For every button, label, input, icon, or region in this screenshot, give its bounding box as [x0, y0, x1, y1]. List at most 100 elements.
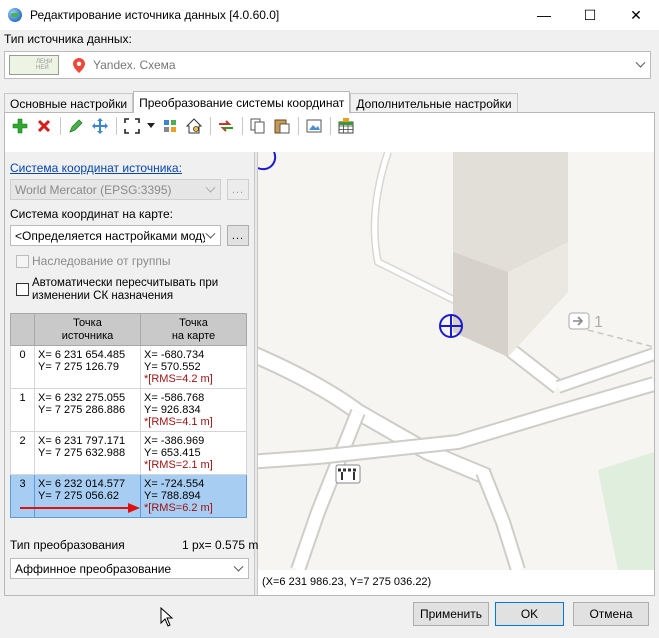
house-number-label: 1	[594, 314, 603, 331]
table-row[interactable]: 2 X= 6 231 797.171 Y= 7 275 632.988 X= -…	[10, 431, 247, 475]
rms-value: *[RMS=6.2 m]	[144, 502, 213, 514]
inherit-label: Наследование от группы	[32, 254, 171, 268]
scale-readout: 1 px= 0.575 m	[182, 538, 259, 552]
chevron-down-icon	[635, 57, 646, 68]
delete-icon[interactable]	[34, 116, 54, 136]
map-crs-browse-button[interactable]: ...	[227, 225, 249, 246]
mouse-cursor-icon	[160, 607, 174, 627]
source-crs-value: World Mercator (EPSG:3395)	[15, 183, 172, 197]
dropdown-arrow-icon[interactable]	[146, 116, 156, 136]
source-point-header-line2: источника	[61, 329, 114, 342]
map-y: Y= 926.834	[144, 404, 201, 416]
index-column-header	[10, 313, 35, 346]
tab-strip: Основные настройки Преобразование систем…	[4, 91, 518, 113]
row-index: 1	[10, 388, 35, 432]
source-crs-link[interactable]: Система координат источника:	[10, 161, 182, 175]
source-x: X= 6 231 654.485	[38, 349, 126, 361]
title-bar: Редактирование источника данных [4.0.60.…	[0, 0, 659, 30]
move-icon[interactable]	[90, 116, 110, 136]
image-icon[interactable]	[304, 116, 324, 136]
source-x: X= 6 232 275.055	[38, 392, 126, 404]
source-x: X= 6 231 797.171	[38, 435, 126, 447]
rms-value: *[RMS=2.1 m]	[144, 459, 213, 471]
map-canvas: 1	[258, 152, 654, 570]
app-globe-icon	[8, 8, 22, 22]
cancel-button[interactable]: Отмена	[573, 602, 649, 626]
source-type-label: Тип источника данных:	[4, 32, 132, 46]
source-y: Y= 7 275 632.988	[38, 447, 126, 459]
map-view[interactable]: 1	[258, 152, 654, 570]
source-crs-browse-button[interactable]: ...	[227, 179, 249, 200]
map-y: Y= 653.415	[144, 447, 201, 459]
ok-button[interactable]: OK	[495, 602, 564, 626]
map-point-cell: X= -586.768 Y= 926.834 *[RMS=4.1 m]	[140, 388, 247, 432]
row-index: 2	[10, 431, 35, 475]
toolbar-separator	[298, 117, 299, 135]
tab-additional[interactable]: Дополнительные настройки	[350, 93, 518, 113]
window-title: Редактирование источника данных [4.0.60.…	[30, 8, 280, 22]
source-x: X= 6 232 014.577	[38, 478, 126, 490]
auto-recalc-label-line2: изменении СК назначения	[32, 290, 174, 302]
table-row[interactable]: 0 X= 6 231 654.485 Y= 7 275 126.79 X= -6…	[10, 345, 247, 389]
map-x: X= -386.969	[144, 435, 205, 447]
barrier-icon	[335, 464, 361, 484]
map-point-column-header[interactable]: Точка на карте	[140, 313, 247, 346]
home-icon[interactable]	[184, 116, 204, 136]
rms-value: *[RMS=4.1 m]	[144, 416, 213, 428]
chevron-down-icon	[205, 228, 216, 239]
auto-recalc-label-line1: Автоматически пересчитывать при	[32, 277, 219, 289]
rms-value: *[RMS=4.2 m]	[144, 373, 213, 385]
add-icon[interactable]	[10, 116, 30, 136]
close-button[interactable]: ✕	[613, 0, 659, 30]
map-y: Y= 570.552	[144, 361, 201, 373]
copy-icon[interactable]	[248, 116, 268, 136]
source-point-cell: X= 6 232 275.055 Y= 7 275 286.886	[34, 388, 141, 432]
tab-crs-transform[interactable]: Преобразование системы координат	[133, 91, 351, 113]
map-point-header-line1: Точка	[179, 316, 208, 329]
toolbar-separator	[210, 117, 211, 135]
toolbar	[4, 112, 655, 140]
toolbar-separator	[60, 117, 61, 135]
map-crs-label: Система координат на карте:	[10, 207, 173, 221]
map-crs-value: <Определяется настройками модуля>	[15, 229, 205, 243]
table-header: Точка источника Точка на карте	[10, 313, 247, 346]
inherit-checkbox[interactable]	[16, 255, 29, 268]
minimize-button[interactable]: —	[521, 0, 567, 30]
transform-type-select[interactable]: Аффинное преобразование	[10, 558, 249, 579]
source-point-cell: X= 6 231 654.485 Y= 7 275 126.79	[34, 345, 141, 389]
toolbar-separator	[242, 117, 243, 135]
source-y: Y= 7 275 286.886	[38, 404, 126, 416]
coordinate-readout: (X=6 231 986.23, Y=7 275 036.22)	[258, 572, 654, 592]
control-point-marker-icon	[439, 314, 463, 338]
source-type-thumbnail: ЛЕНИ НЕЙ	[9, 55, 59, 75]
maximize-button[interactable]: ☐	[567, 0, 613, 30]
transform-type-value: Аффинное преобразование	[15, 562, 172, 576]
grid-icon[interactable]	[336, 116, 356, 136]
map-crs-select[interactable]: <Определяется настройками модуля>	[10, 225, 221, 246]
building-entrance-icon	[568, 312, 590, 330]
row-index: 0	[10, 345, 35, 389]
map-x: X= -680.734	[144, 349, 205, 361]
source-point-column-header[interactable]: Точка источника	[34, 313, 141, 346]
swap-icon[interactable]	[216, 116, 236, 136]
source-type-value: Yandex. Схема	[93, 58, 176, 72]
tab-general[interactable]: Основные настройки	[4, 93, 134, 113]
map-x: X= -724.554	[144, 478, 205, 490]
magnet-icon[interactable]	[160, 116, 180, 136]
map-point-cell: X= -680.734 Y= 570.552 *[RMS=4.2 m]	[140, 345, 247, 389]
location-pin-icon	[73, 58, 85, 76]
source-point-header-line1: Точка	[73, 316, 102, 329]
source-crs-select[interactable]: World Mercator (EPSG:3395)	[10, 179, 221, 200]
apply-button[interactable]: Применить	[413, 602, 489, 626]
control-points-table: Точка источника Точка на карте 0 X= 6 23…	[10, 313, 247, 518]
auto-recalc-checkbox[interactable]	[16, 283, 29, 296]
map-point-header-line2: на карте	[171, 329, 216, 342]
source-point-cell: X= 6 231 797.171 Y= 7 275 632.988	[34, 431, 141, 475]
table-row[interactable]: 1 X= 6 232 275.055 Y= 7 275 286.886 X= -…	[10, 388, 247, 432]
paste-icon[interactable]	[272, 116, 292, 136]
zoom-extent-icon[interactable]	[122, 116, 142, 136]
map-point-cell: X= -724.554 Y= 788.894 *[RMS=6.2 m]	[140, 474, 247, 518]
source-type-select[interactable]: ЛЕНИ НЕЙ Yandex. Схема	[4, 51, 651, 79]
toolbar-separator	[116, 117, 117, 135]
edit-icon[interactable]	[66, 116, 86, 136]
